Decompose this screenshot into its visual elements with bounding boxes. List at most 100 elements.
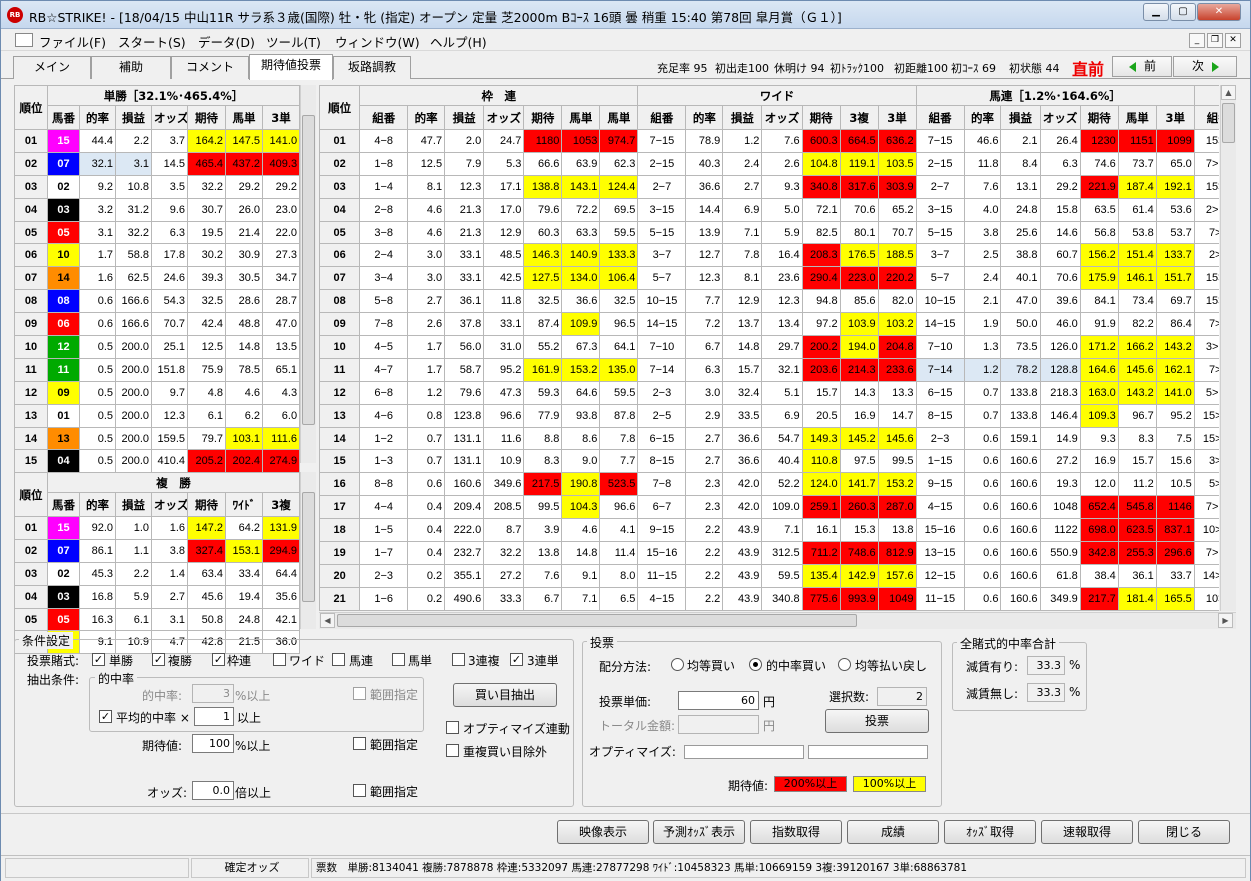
table-row[interactable]: 06 10 1.7 58.8 17.8 30.2 30.9 27.3	[14, 243, 301, 268]
bet-type-checkbox[interactable]	[273, 653, 286, 666]
table-row[interactable]: 16 8−8 0.6 160.6 349.6 217.5 190.8 523.5 7−8 2.3 4…	[319, 472, 1219, 497]
table-row[interactable]: 01 4−8 47.7 2.0 24.7 1180 1053 974.7 7−15 78.9 1.2…	[319, 129, 1219, 153]
table-row[interactable]: 02 07 32.1 3.1 14.5 465.4 437.2 409.3	[14, 151, 301, 176]
video-button[interactable]: 映像表示	[557, 820, 649, 844]
bet-type-checkbox[interactable]: ✓	[92, 653, 105, 666]
method-radio[interactable]	[749, 658, 762, 671]
table-row[interactable]: 02 1−8 12.5 7.9 5.3 66.6 63.9 62.3 2−15 40.3 2.4 2.…	[319, 151, 1219, 176]
tab-ev-vote[interactable]: 期待値投票	[249, 54, 333, 80]
table-row[interactable]: 15 1−3 0.7 131.1 10.9 8.3 9.0 7.7 8−15 2.7 36.6 40.…	[319, 449, 1219, 474]
avg-hit-checkbox[interactable]: ✓	[99, 710, 112, 723]
odds-fetch-button[interactable]: ｵｯｽﾞ取得	[944, 820, 1036, 844]
odds-range-checkbox[interactable]	[353, 784, 366, 797]
bet-type-checkbox[interactable]	[332, 653, 345, 666]
minimize-button[interactable]: ▁	[1143, 3, 1169, 21]
tab-comment[interactable]: コメント	[171, 56, 249, 79]
scroll-up-icon[interactable]: ▲	[1221, 85, 1236, 100]
scroll-left-icon[interactable]: ◀	[320, 613, 335, 628]
table-row[interactable]: 08 08 0.6 166.6 54.3 32.5 28.6 28.7	[14, 289, 301, 314]
table-row[interactable]: 02 07 86.1 1.1 3.8 327.4 153.1 294.9	[14, 538, 301, 563]
hit-rate-input[interactable]: 3	[192, 684, 234, 703]
optimize-slider-right[interactable]	[808, 745, 928, 759]
grid-vscrollbar[interactable]: ▲	[1220, 85, 1236, 611]
table-row[interactable]: 07 14 1.6 62.5 24.6 39.3 30.5 34.7	[14, 266, 301, 291]
menu-window[interactable]: ウィンドウ(W)	[335, 32, 420, 51]
table-row[interactable]: 21 1−6 0.2 490.6 33.3 6.7 7.1 6.5 4−15 2.2 43.9 340…	[319, 586, 1219, 611]
menu-file[interactable]: ファイル(F)	[39, 32, 106, 51]
table-row[interactable]: 19 1−7 0.4 232.7 32.2 13.8 14.8 11.4 15−16 2.2 43.…	[319, 541, 1219, 565]
table-row[interactable]: 18 1−5 0.4 222.0 8.7 3.9 4.6 4.1 9−15 2.2 43.9 7.1 1…	[319, 518, 1219, 543]
tab-main[interactable]: メイン	[13, 56, 91, 79]
avg-hit-input[interactable]: 1	[194, 707, 234, 726]
table-row[interactable]: 06 2−4 3.0 33.1 48.5 146.3 140.9 133.3 3−7 12.7 7.…	[319, 243, 1219, 268]
bet-type-checkbox[interactable]	[392, 653, 405, 666]
mdi-close-icon[interactable]: ✕	[1225, 33, 1241, 48]
predicted-odds-button[interactable]: 予測ｵｯｽﾞ表示	[653, 820, 745, 844]
optimize-slider-left[interactable]	[684, 745, 804, 759]
scroll-thumb[interactable]	[302, 115, 315, 425]
table-row[interactable]: 10 4−5 1.7 56.0 31.0 55.2 67.3 64.1 7−10 6.7 14.8 2…	[319, 335, 1219, 359]
table-row[interactable]: 12 6−8 1.2 79.6 47.3 59.3 64.6 59.5 2−3 3.0 32.4 5.…	[319, 380, 1219, 405]
mdi-minimize-icon[interactable]: _	[1189, 33, 1205, 48]
table-row[interactable]: 03 02 45.3 2.2 1.4 63.4 33.4 64.4	[14, 561, 301, 586]
bet-type-checkbox[interactable]: ✓	[152, 653, 165, 666]
hscroll-thumb[interactable]	[337, 614, 857, 627]
maximize-button[interactable]: ▢	[1170, 3, 1196, 21]
table-row[interactable]: 223−50.1601.321.43.54.64.012−152.243.915…	[319, 609, 1219, 611]
flash-fetch-button[interactable]: 速報取得	[1041, 820, 1133, 844]
win-scrollbar[interactable]	[300, 85, 316, 463]
table-row[interactable]: 01 15 92.0 1.0 1.6 147.2 64.2 131.9	[14, 516, 301, 540]
table-row[interactable]: 13 01 0.5 200.0 12.3 6.1 6.2 6.0	[14, 403, 301, 428]
menu-help[interactable]: ヘルプ(H)	[430, 32, 487, 51]
scroll-thumb[interactable]	[1222, 103, 1235, 143]
odds-input[interactable]: 0.0	[192, 781, 234, 800]
grid-hscrollbar[interactable]: ◀ ▶	[319, 612, 1236, 629]
tab-slope-training[interactable]: 坂路調教	[333, 56, 411, 79]
table-row[interactable]: 05 05 16.3 6.1 3.1 50.8 24.8 42.1	[14, 607, 301, 632]
ev-range-checkbox[interactable]	[353, 737, 366, 750]
results-button[interactable]: 成績	[847, 820, 939, 844]
menu-tools[interactable]: ツール(T)	[266, 32, 321, 51]
table-row[interactable]: 07 3−4 3.0 33.1 42.5 127.5 134.0 106.4 5−7 12.3 8.…	[319, 266, 1219, 291]
table-row[interactable]: 10 12 0.5 200.0 25.1 12.5 14.8 13.5	[14, 335, 301, 359]
bet-type-checkbox[interactable]	[452, 653, 465, 666]
table-row[interactable]: 04 03 16.8 5.9 2.7 45.6 19.4 35.6	[14, 584, 301, 609]
table-row[interactable]: 01 15 44.4 2.2 3.7 164.2 147.5 141.0	[14, 129, 301, 153]
method-radio[interactable]	[671, 658, 684, 671]
table-row[interactable]: 15 04 0.5 200.0 410.4 205.2 202.4 274.9	[14, 449, 301, 474]
table-row[interactable]: 03 1−4 8.1 12.3 17.1 138.8 143.1 124.4 2−7 36.6 2.…	[319, 174, 1219, 199]
table-row[interactable]: 12 09 0.5 200.0 9.7 4.8 4.6 4.3	[14, 380, 301, 405]
table-row[interactable]: 17 4−4 0.4 209.4 208.5 99.5 104.3 96.6 6−7 2.3 42.…	[319, 495, 1219, 520]
table-row[interactable]: 20 2−3 0.2 355.1 27.2 7.6 9.1 8.0 11−15 2.2 43.9 59…	[319, 563, 1219, 588]
table-row[interactable]: 05 3−8 4.6 21.3 12.9 60.3 63.3 59.5 5−15 13.9 7.1 5…	[319, 220, 1219, 245]
extract-button[interactable]: 買い目抽出	[453, 683, 557, 707]
ev-input[interactable]: 100	[192, 734, 234, 753]
bet-type-checkbox[interactable]: ✓	[212, 653, 225, 666]
menu-start[interactable]: スタート(S)	[118, 32, 186, 51]
table-row[interactable]: 09 7−8 2.6 37.8 33.1 87.4 109.9 96.5 14−15 7.2 13.…	[319, 312, 1219, 337]
table-row[interactable]: 08 5−8 2.7 36.1 11.8 32.5 36.6 32.5 10−15 7.7 12.9…	[319, 289, 1219, 314]
unit-input[interactable]: 60	[678, 691, 759, 710]
scroll-thumb[interactable]	[302, 492, 315, 602]
table-row[interactable]: 03 02 9.2 10.8 3.5 32.2 29.2 29.2	[14, 174, 301, 199]
table-row[interactable]: 09 06 0.6 166.6 70.7 42.4 48.8 47.0	[14, 312, 301, 337]
table-row[interactable]: 14 13 0.5 200.0 159.5 79.7 103.1 111.6	[14, 426, 301, 451]
total-input[interactable]	[678, 715, 759, 734]
next-button[interactable]: 次	[1173, 56, 1237, 77]
menu-data[interactable]: データ(D)	[198, 32, 255, 51]
optimize-link-checkbox[interactable]	[446, 721, 459, 734]
table-row[interactable]: 11 11 0.5 200.0 151.8 75.9 78.5 65.1	[14, 357, 301, 382]
tab-aux[interactable]: 補助	[91, 56, 171, 79]
vote-button[interactable]: 投票	[825, 709, 929, 733]
document-icon[interactable]	[15, 33, 33, 47]
exclude-dup-checkbox[interactable]	[446, 744, 459, 757]
close-window-button[interactable]: 閉じる	[1138, 820, 1230, 844]
table-row[interactable]: 14 1−2 0.7 131.1 11.6 8.8 8.6 7.8 6−15 2.7 36.6 54.…	[319, 426, 1219, 451]
table-row[interactable]: 11 4−7 1.7 58.7 95.2 161.9 153.2 135.0 7−14 6.3 15…	[319, 357, 1219, 382]
close-button[interactable]: ✕	[1197, 3, 1241, 21]
hit-range-checkbox[interactable]	[353, 687, 366, 700]
table-row[interactable]: 13 4−6 0.8 123.8 96.6 77.9 93.8 87.8 2−5 2.9 33.5 6…	[319, 403, 1219, 428]
prev-button[interactable]: 前	[1112, 56, 1172, 77]
scroll-right-icon[interactable]: ▶	[1218, 613, 1233, 628]
table-row[interactable]: 05 05 3.1 32.2 6.3 19.5 21.4 22.0	[14, 220, 301, 245]
